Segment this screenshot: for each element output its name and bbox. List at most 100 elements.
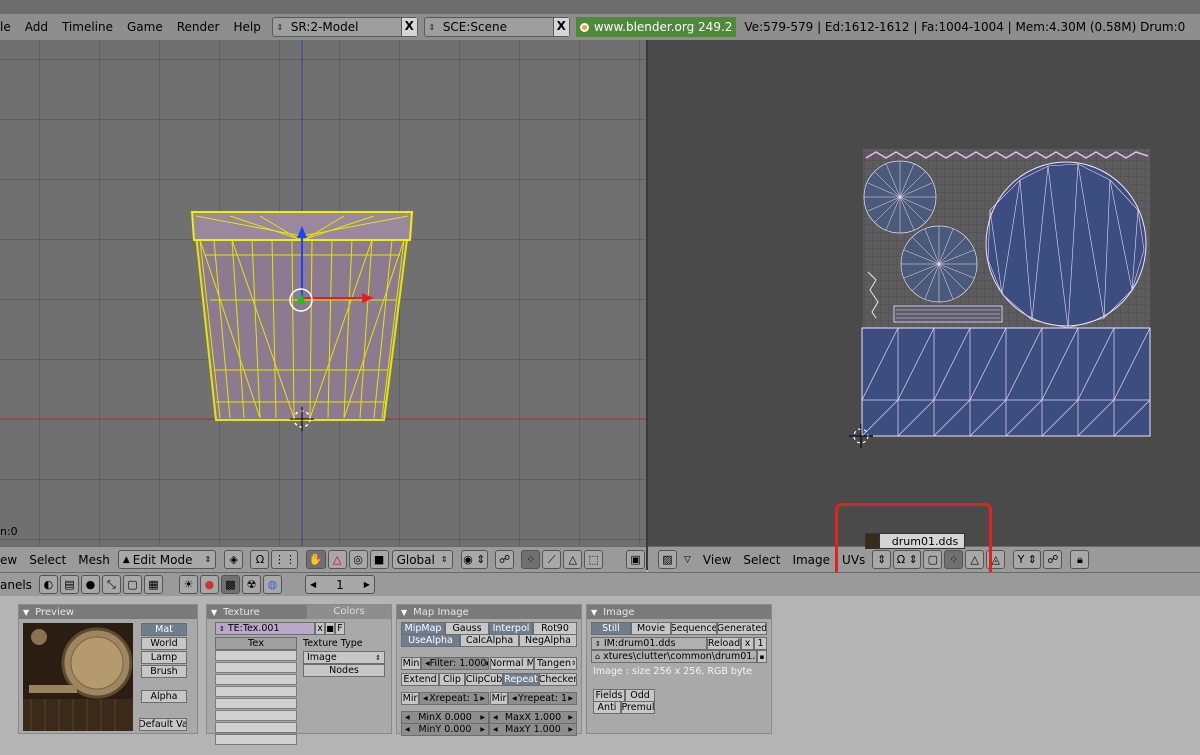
min-toggle[interactable]: Min (401, 657, 421, 670)
screen-selector[interactable]: ⇕ SR:2-Model X (271, 17, 418, 37)
texture-button[interactable]: ▩ (220, 575, 240, 594)
script-context-button[interactable]: ▤ (59, 575, 79, 594)
nodes-button[interactable]: Nodes (303, 664, 385, 677)
logic-context-button[interactable]: ◐ (38, 575, 58, 594)
mode-selector[interactable]: ▲ Edit Mode ⇕ (117, 550, 217, 569)
draw-type-button[interactable]: ◈ (224, 550, 244, 569)
yrepeat-field[interactable]: ◀ Yrepeat: 1 ▶ (508, 692, 577, 705)
image-panel-title[interactable]: ▼ Image (587, 605, 771, 619)
mirror-x-toggle[interactable]: Mir (401, 692, 419, 705)
preview-alpha-button[interactable]: Alpha (141, 690, 187, 703)
texture-slot[interactable] (215, 698, 297, 709)
filter-field[interactable]: ◀Filter: 1.000▶ (421, 657, 489, 670)
snap-button[interactable]: ☍ (495, 550, 515, 569)
delete-screen-button[interactable]: X (400, 18, 417, 36)
face-select-button[interactable]: △ (563, 550, 583, 569)
calcalpha-toggle[interactable]: CalcAlpha (460, 634, 519, 647)
unlink-image-button[interactable]: x (741, 637, 754, 650)
uv-menu-view[interactable]: View (697, 553, 737, 567)
world-button[interactable]: ◍ (262, 575, 282, 594)
translate-manipulator-button[interactable]: ✋ (305, 550, 326, 569)
panels-menu[interactable]: anels (0, 578, 38, 592)
scene-context-button[interactable]: ▦ (143, 575, 163, 594)
scale-manipulator-button[interactable]: ◎ (348, 550, 368, 569)
uv-snap-button[interactable]: ☍ (1043, 550, 1063, 569)
maxy-field[interactable]: ◀ MaxY 1.000 ▶ (489, 723, 577, 736)
negalpha-toggle[interactable]: NegAlpha (519, 634, 577, 647)
fake-user-lock-button[interactable]: ■ (325, 622, 335, 635)
texture-f-button[interactable]: F (335, 622, 345, 635)
source-still-button[interactable]: Still (591, 622, 631, 635)
texture-slot[interactable] (215, 662, 297, 673)
unlink-texture-button[interactable]: x (315, 622, 325, 635)
preview-world-button[interactable]: World (141, 637, 187, 650)
map-image-panel-title[interactable]: ▼ Map Image (397, 605, 581, 619)
image-path-field[interactable]: ⌂ xtures\clutter\common\drum01.dds (591, 650, 757, 663)
menu-select[interactable]: Select (23, 553, 72, 567)
material-button[interactable]: ● (199, 575, 219, 594)
texture-slot[interactable] (215, 734, 297, 745)
vertex-select-button[interactable]: ⁘ (521, 550, 541, 569)
blender-website-badge[interactable]: www.blender.org 249.2 (575, 17, 737, 37)
uv-image-editor[interactable] (648, 40, 1200, 546)
scene-selector[interactable]: ⇕ SCE:Scene X (423, 17, 570, 37)
frame-field[interactable]: ◀ 1 ▶ (304, 575, 375, 594)
menu-mesh[interactable]: Mesh (72, 553, 116, 567)
pack-image-button[interactable]: ▪ (757, 650, 767, 663)
extend-option[interactable]: Extend (401, 673, 439, 686)
xrepeat-field[interactable]: ◀ Xrepeat: 1 ▶ (419, 692, 489, 705)
render-preview-button[interactable]: ▣ (626, 550, 646, 569)
menu-timeline[interactable]: Timeline (55, 20, 120, 34)
texture-slot-header[interactable]: Tex (215, 637, 297, 650)
texture-slot[interactable] (215, 710, 297, 721)
miny-field[interactable]: ◀ MinY 0.000 ▶ (401, 723, 489, 736)
image-lock-button[interactable]: 🔒︎ (1070, 550, 1090, 569)
texture-slot[interactable] (215, 686, 297, 697)
menu-view[interactable]: ew (0, 553, 23, 567)
proportional-edit-button[interactable]: ◉ ⇕ (460, 550, 488, 569)
texture-slot[interactable] (215, 650, 297, 661)
menu-file[interactable]: le (0, 20, 18, 34)
delete-scene-button[interactable]: X (552, 18, 569, 36)
source-generated-button[interactable]: Generated (717, 622, 767, 635)
clip-option[interactable]: Clip (439, 673, 465, 686)
manipulator-combo-button[interactable]: ■ (369, 550, 389, 569)
uv-menu-select[interactable]: Select (737, 553, 786, 567)
orientation-selector[interactable]: Global ⇕ (391, 550, 453, 569)
edge-select-button[interactable]: ⟋ (542, 550, 562, 569)
preview-panel-title[interactable]: ▼ Preview (19, 605, 197, 619)
clipcube-option[interactable]: ClipCub (465, 673, 503, 686)
layer-button[interactable]: ⋮⋮ (271, 550, 299, 569)
premul-toggle[interactable]: Premul (621, 701, 655, 714)
preview-lamp-button[interactable]: Lamp (141, 651, 187, 664)
editor-type-button[interactable]: ▨ (658, 550, 677, 569)
menu-render[interactable]: Render (170, 20, 227, 34)
normal-map-toggle[interactable]: Normal M (490, 657, 534, 670)
source-movie-button[interactable]: Movie (631, 622, 671, 635)
usealpha-toggle[interactable]: UseAlpha (401, 634, 460, 647)
image-name-field[interactable]: ⇕ IM:drum01.dds (591, 637, 707, 650)
occlude-button[interactable]: ⬚ (584, 550, 604, 569)
preview-mat-button[interactable]: Mat (141, 623, 187, 636)
mirror-y-toggle[interactable]: Mir (490, 692, 508, 705)
preview-brush-button[interactable]: Brush (141, 665, 187, 678)
texture-type-selector[interactable]: Image ⇕ (303, 651, 385, 664)
uv-menu-image[interactable]: Image (786, 553, 836, 567)
collapse-menu-icon[interactable]: ▽ (678, 555, 697, 565)
sticky-select-button[interactable]: Y ⇕ (1013, 550, 1042, 569)
texture-slot[interactable] (215, 722, 297, 733)
radiosity-button[interactable]: ☢ (241, 575, 261, 594)
source-sequence-button[interactable]: Sequence (671, 622, 717, 635)
shading-context-button[interactable]: ● (80, 575, 100, 594)
menu-help[interactable]: Help (226, 20, 267, 34)
anti-toggle[interactable]: Anti (593, 701, 621, 714)
texture-slot[interactable] (215, 674, 297, 685)
checker-option[interactable]: Checker (539, 673, 577, 686)
tangent-selector[interactable]: Tangen ⇕ (534, 657, 577, 670)
3d-viewport[interactable]: n:0 (0, 40, 646, 546)
texture-name-field[interactable]: ⇕ TE:Tex.001 (215, 622, 315, 635)
default-vars-button[interactable]: Default Va (139, 718, 187, 731)
editing-context-button[interactable]: ▢ (122, 575, 142, 594)
repeat-option[interactable]: Repeat (503, 673, 539, 686)
image-users-count[interactable]: 1 (754, 637, 767, 650)
